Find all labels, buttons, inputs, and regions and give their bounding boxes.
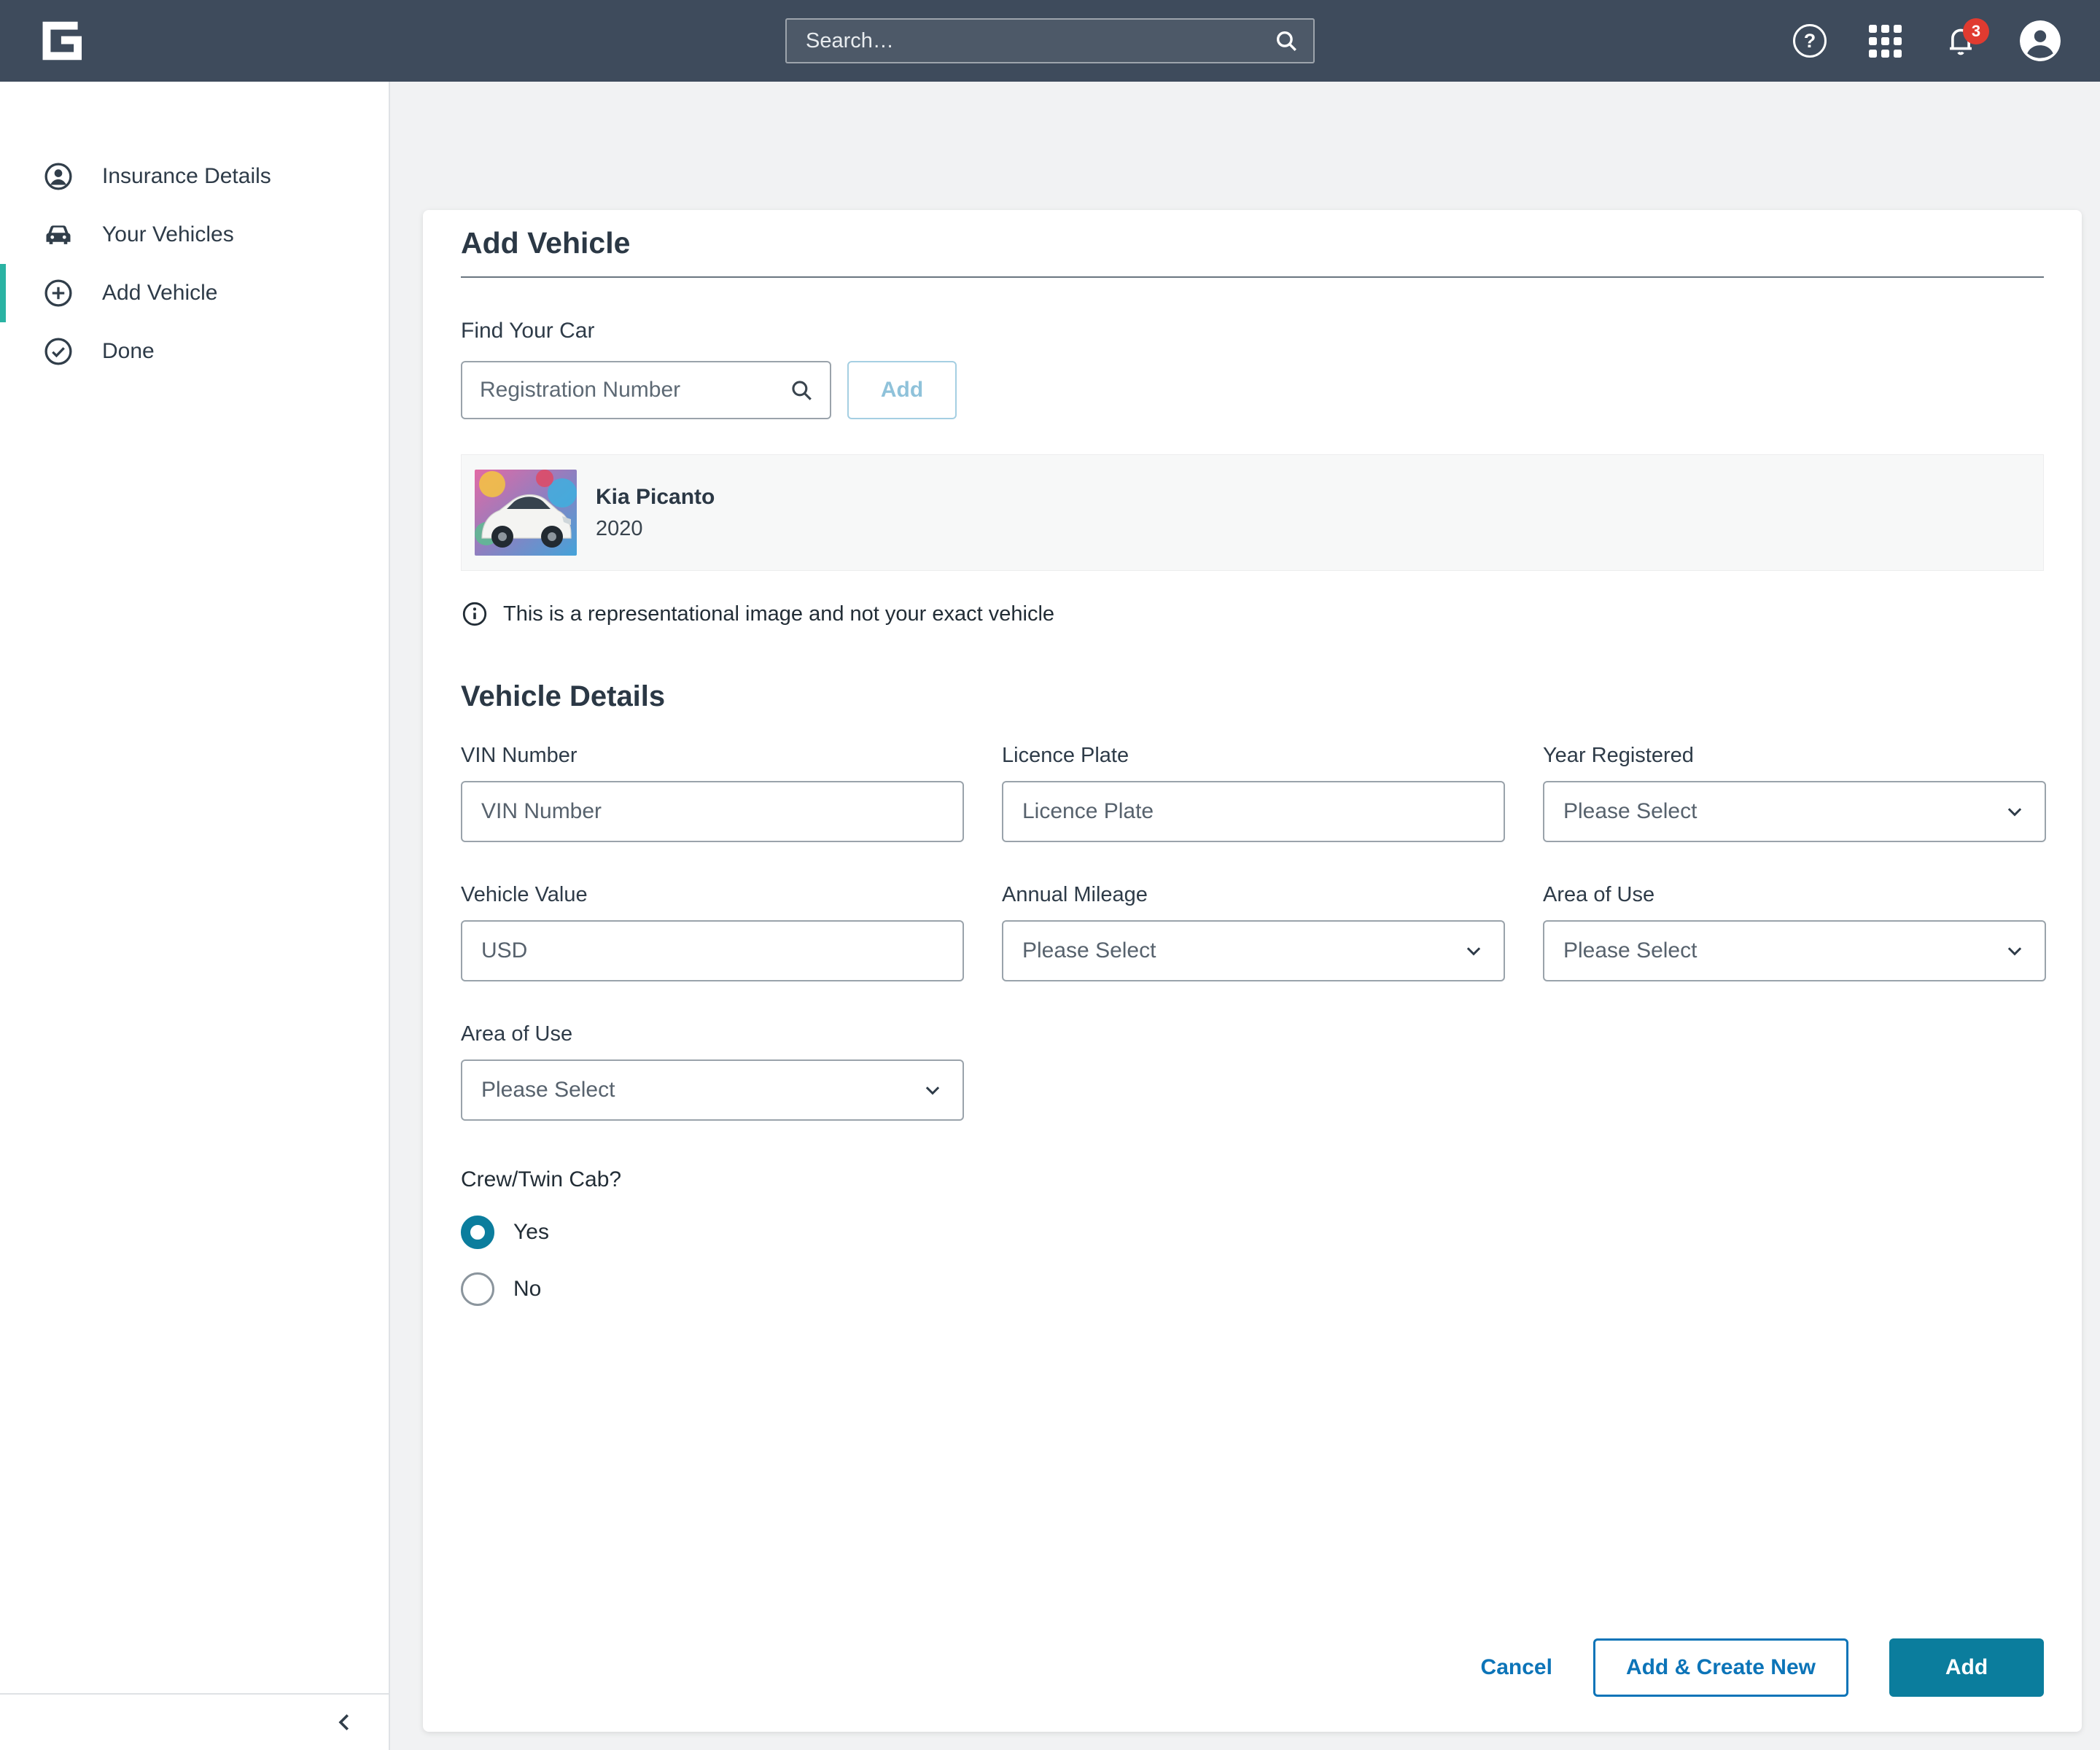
car-icon — [42, 219, 74, 251]
sidebar-item-label: Your Vehicles — [102, 222, 234, 247]
sidebar-item-label: Done — [102, 339, 155, 364]
area-of-use-field-1: Area of Use Please Select — [1543, 883, 2046, 981]
sidebar-item-insurance-details[interactable]: Insurance Details — [0, 147, 389, 206]
collapse-sidebar-button[interactable] — [332, 1709, 358, 1735]
licence-plate-label: Licence Plate — [1002, 744, 1505, 768]
sidebar-footer — [0, 1693, 389, 1750]
licence-plate-field: Licence Plate — [1002, 744, 1505, 842]
area-of-use-value: Please Select — [481, 1078, 615, 1102]
add-registration-button[interactable]: Add — [847, 361, 957, 419]
vehicle-details-heading: Vehicle Details — [461, 680, 2044, 713]
add-button[interactable]: Add — [1889, 1638, 2044, 1697]
registration-input[interactable] — [462, 378, 789, 402]
chevron-down-icon — [2004, 940, 2026, 962]
chevron-left-icon — [332, 1709, 358, 1735]
vehicle-name: Kia Picanto — [596, 485, 715, 510]
help-icon[interactable]: ? — [1793, 24, 1827, 58]
global-search — [785, 18, 1315, 63]
year-registered-label: Year Registered — [1543, 744, 2046, 768]
vehicle-image — [475, 470, 577, 556]
vehicle-value-input[interactable] — [461, 920, 964, 981]
vehicle-value-label: Vehicle Value — [461, 883, 964, 907]
notification-badge: 3 — [1963, 18, 1989, 44]
vin-number-label: VIN Number — [461, 744, 964, 768]
vehicle-details-form: VIN Number Licence Plate Year Registered… — [461, 744, 2044, 1121]
area-of-use-field-2: Area of Use Please Select — [461, 1022, 964, 1121]
area-of-use-label: Area of Use — [461, 1022, 964, 1046]
find-your-car-row: Add — [461, 361, 2044, 419]
radio-option-no[interactable]: No — [461, 1272, 2044, 1306]
area-of-use-value: Please Select — [1563, 938, 1697, 963]
year-registered-field: Year Registered Please Select — [1543, 744, 2046, 842]
crew-twin-cab-label: Crew/Twin Cab? — [461, 1167, 2044, 1192]
annual-mileage-value: Please Select — [1022, 938, 1156, 963]
annual-mileage-label: Annual Mileage — [1002, 883, 1505, 907]
chevron-down-icon — [922, 1079, 944, 1101]
find-your-car-label: Find Your Car — [461, 319, 2044, 343]
search-icon[interactable] — [1274, 28, 1299, 53]
radio-yes-label: Yes — [513, 1220, 549, 1245]
topbar-actions: ? 3 — [1793, 20, 2061, 61]
apps-grid-icon[interactable] — [1869, 25, 1902, 58]
page-title: Add Vehicle — [461, 226, 2044, 278]
radio-option-yes[interactable]: Yes — [461, 1216, 2044, 1249]
topbar: ? 3 — [0, 0, 2100, 82]
year-registered-value: Please Select — [1563, 799, 1697, 824]
vehicle-year: 2020 — [596, 517, 715, 541]
form-actions: Cancel Add & Create New Add — [461, 1638, 2044, 1697]
sidebar-item-add-vehicle[interactable]: Add Vehicle — [0, 264, 389, 322]
vehicle-result-text: Kia Picanto 2020 — [596, 485, 715, 541]
chevron-down-icon — [1463, 940, 1485, 962]
year-registered-select[interactable]: Please Select — [1543, 781, 2046, 842]
person-circle-icon — [42, 160, 74, 192]
info-icon — [461, 600, 489, 628]
cancel-button[interactable]: Cancel — [1481, 1655, 1552, 1680]
area-of-use-label: Area of Use — [1543, 883, 2046, 907]
sidebar-item-label: Insurance Details — [102, 164, 271, 189]
search-input[interactable] — [787, 20, 1274, 62]
app-logo-icon[interactable] — [39, 20, 82, 62]
chevron-down-icon — [2004, 801, 2026, 822]
representational-note: This is a representational image and not… — [503, 602, 1054, 626]
sidebar-item-done[interactable]: Done — [0, 322, 389, 381]
radio-yes[interactable] — [461, 1216, 494, 1249]
registration-search-icon[interactable] — [789, 378, 814, 402]
avatar[interactable] — [2020, 20, 2061, 61]
plus-circle-icon — [42, 277, 74, 309]
vehicle-result-card[interactable]: Kia Picanto 2020 — [461, 454, 2044, 571]
radio-no[interactable] — [461, 1272, 494, 1306]
sidebar: Insurance Details Your Vehicles Add Vehi… — [0, 82, 390, 1750]
vin-number-input[interactable] — [461, 781, 964, 842]
add-create-new-button[interactable]: Add & Create New — [1593, 1638, 1848, 1697]
notifications-button[interactable]: 3 — [1944, 24, 1978, 58]
sidebar-nav: Insurance Details Your Vehicles Add Vehi… — [0, 82, 389, 381]
sidebar-item-label: Add Vehicle — [102, 281, 217, 306]
add-vehicle-panel: Add Vehicle Find Your Car Add — [423, 210, 2082, 1732]
check-circle-icon — [42, 335, 74, 368]
representational-note-row: This is a representational image and not… — [461, 600, 2044, 628]
radio-no-label: No — [513, 1277, 541, 1302]
annual-mileage-field: Annual Mileage Please Select — [1002, 883, 1505, 981]
vehicle-value-field: Vehicle Value — [461, 883, 964, 981]
registration-field — [461, 361, 831, 419]
area-of-use-select-2[interactable]: Please Select — [461, 1059, 964, 1121]
annual-mileage-select[interactable]: Please Select — [1002, 920, 1505, 981]
sidebar-item-your-vehicles[interactable]: Your Vehicles — [0, 206, 389, 264]
area-of-use-select-1[interactable]: Please Select — [1543, 920, 2046, 981]
licence-plate-input[interactable] — [1002, 781, 1505, 842]
vin-number-field: VIN Number — [461, 744, 964, 842]
